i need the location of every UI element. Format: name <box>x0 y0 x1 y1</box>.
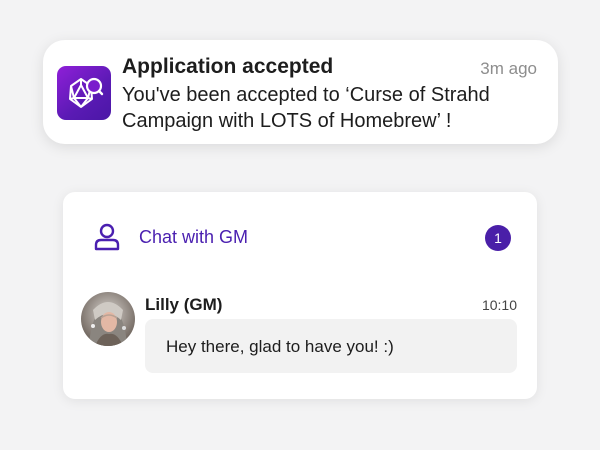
person-icon <box>94 223 120 251</box>
message-text: Hey there, glad to have you! :) <box>166 337 394 356</box>
chat-title: Chat with GM <box>139 227 249 247</box>
notification-timestamp: 3m ago <box>480 59 537 78</box>
unread-badge: 1 <box>485 225 511 251</box>
message-timestamp: 10:10 <box>481 297 517 313</box>
message-bubble[interactable]: Hey there, glad to have you! :) <box>145 319 517 373</box>
chat-card: Chat with GM 1 Lilly (GM) 10:10 Hey ther… <box>63 192 537 399</box>
notification-title: Application accepted <box>122 55 334 78</box>
notification-card[interactable]: Application accepted 3m ago You've been … <box>43 40 558 144</box>
chat-header[interactable]: Chat with GM 1 <box>63 192 537 282</box>
avatar[interactable] <box>81 292 135 346</box>
sender-name: Lilly (GM) <box>145 295 223 314</box>
app-icon <box>57 66 111 120</box>
d20-search-icon <box>69 77 104 108</box>
notification-body: You've been accepted to ‘Curse of Strahd… <box>122 84 490 132</box>
